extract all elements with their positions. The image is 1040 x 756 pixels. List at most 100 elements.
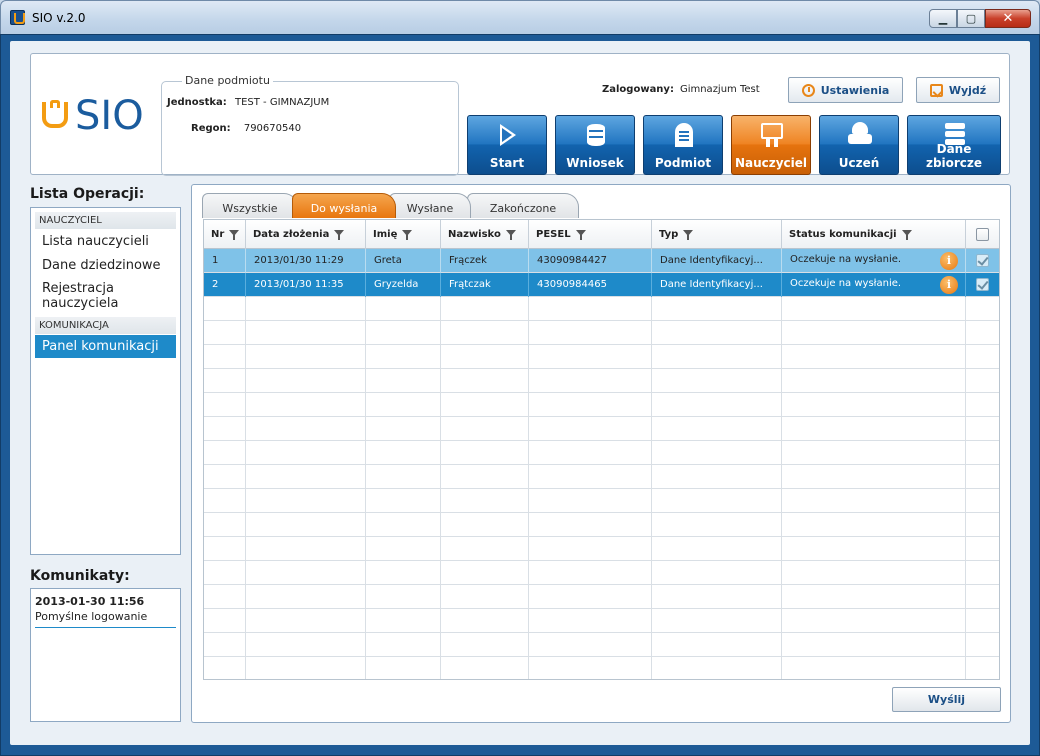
nav-podmiot-button[interactable]: Podmiot <box>643 115 723 175</box>
unit-value: TEST - GIMNAZJUM <box>234 97 330 108</box>
cell-type: Dane Identyfikacyj... <box>652 273 782 297</box>
info-icon[interactable]: i <box>940 276 958 294</box>
nav-nauczyciel-button[interactable]: Nauczyciel <box>731 115 811 175</box>
filter-icon[interactable] <box>402 230 413 240</box>
unit-label: Jednostka: <box>167 97 227 108</box>
col-data-zlozenia[interactable]: Data złożenia <box>246 220 366 249</box>
student-icon <box>848 122 872 144</box>
empty-cell <box>204 297 246 321</box>
empty-cell <box>366 321 441 345</box>
clock-icon <box>801 83 815 97</box>
cell-date: 2013/01/30 11:29 <box>246 249 366 273</box>
col-imie[interactable]: Imię <box>366 220 441 249</box>
empty-cell <box>204 441 246 465</box>
filter-icon[interactable] <box>229 230 240 240</box>
empty-cell <box>246 465 366 489</box>
status-text: Oczekuje na wysłanie. <box>790 254 902 265</box>
op-dane-dziedzinowe[interactable]: Dane dziedzinowe <box>42 258 161 273</box>
empty-cell <box>529 609 652 633</box>
cell-first-name: Greta <box>366 249 441 273</box>
empty-cell <box>366 369 441 393</box>
cell-date: 2013/01/30 11:35 <box>246 273 366 297</box>
empty-cell <box>246 417 366 441</box>
cell-nr: 1 <box>204 249 246 273</box>
filter-icon[interactable] <box>683 230 694 240</box>
empty-cell <box>529 465 652 489</box>
empty-cell <box>966 657 999 679</box>
empty-cell <box>441 609 529 633</box>
info-icon[interactable]: i <box>940 252 958 270</box>
empty-cell <box>966 513 999 537</box>
empty-cell <box>529 369 652 393</box>
maximize-button[interactable]: ▢ <box>957 9 985 28</box>
select-all-checkbox[interactable] <box>976 228 989 241</box>
op-panel-komunikacji[interactable]: Panel komunikacji <box>35 335 176 358</box>
filter-icon[interactable] <box>575 230 586 240</box>
message-text: Pomyślne logowanie <box>35 610 148 623</box>
empty-cell <box>246 633 366 657</box>
empty-row <box>204 441 999 465</box>
empty-cell <box>529 345 652 369</box>
empty-cell <box>529 537 652 561</box>
col-typ[interactable]: Typ <box>652 220 782 249</box>
row-checkbox[interactable] <box>976 254 989 267</box>
cell-select <box>966 249 999 273</box>
empty-cell <box>441 465 529 489</box>
filter-icon[interactable] <box>901 230 912 240</box>
header-panel: SIO Dane podmiotu Jednostka: TEST - GIMN… <box>30 53 1010 176</box>
empty-cell <box>441 537 529 561</box>
table-row[interactable]: 2 2013/01/30 11:35 Gryzelda Frątczak 430… <box>204 273 999 297</box>
empty-cell <box>782 417 966 441</box>
nav-wniosek-button[interactable]: Wniosek <box>555 115 635 175</box>
close-button[interactable]: ✕ <box>985 9 1031 28</box>
empty-cell <box>782 297 966 321</box>
op-lista-nauczycieli[interactable]: Lista nauczycieli <box>42 234 149 249</box>
exit-icon <box>929 83 943 97</box>
building-icon <box>675 123 693 147</box>
entity-legend: Dane podmiotu <box>182 74 273 87</box>
empty-cell <box>204 633 246 657</box>
op-rejestracja-nauczyciela[interactable]: Rejestracja nauczyciela <box>42 281 152 311</box>
table-row[interactable]: 1 2013/01/30 11:29 Greta Frączek 4309098… <box>204 249 999 273</box>
nav-start-button[interactable]: Start <box>467 115 547 175</box>
tab-zakonczone[interactable]: Zakończone <box>467 193 579 218</box>
row-checkbox[interactable] <box>976 278 989 291</box>
empty-cell <box>204 345 246 369</box>
message-divider <box>35 627 176 628</box>
operations-list: NAUCZYCIEL Lista nauczycieli Dane dziedz… <box>30 207 181 555</box>
empty-cell <box>529 321 652 345</box>
tab-wszystkie[interactable]: Wszystkie <box>202 193 298 218</box>
tab-wyslane[interactable]: Wysłane <box>389 193 471 218</box>
empty-cell <box>246 297 366 321</box>
empty-cell <box>652 633 782 657</box>
empty-cell <box>366 297 441 321</box>
col-nr[interactable]: Nr <box>204 220 246 249</box>
settings-button[interactable]: Ustawienia <box>788 77 903 103</box>
col-status[interactable]: Status komunikacji <box>782 220 966 249</box>
unit-row: Jednostka: TEST - GIMNAZJUM <box>167 97 329 108</box>
col-nazwisko[interactable]: Nazwisko <box>441 220 529 249</box>
send-button[interactable]: Wyślij <box>892 687 1001 712</box>
cell-status: Oczekuje na wysłanie. i <box>782 273 966 297</box>
empty-cell <box>246 537 366 561</box>
empty-cell <box>652 417 782 441</box>
tab-do-wyslania[interactable]: Do wysłania <box>292 193 396 218</box>
exit-button[interactable]: Wyjdź <box>916 77 1000 103</box>
empty-cell <box>441 585 529 609</box>
empty-cell <box>966 393 999 417</box>
empty-cell <box>246 561 366 585</box>
nav-dane-zbiorcze-button[interactable]: Dane zbiorcze <box>907 115 1001 175</box>
nav-uczen-button[interactable]: Uczeń <box>819 115 899 175</box>
minimize-button[interactable]: ▁ <box>929 9 957 28</box>
empty-cell <box>529 561 652 585</box>
filter-icon[interactable] <box>334 230 345 240</box>
empty-cell <box>204 561 246 585</box>
empty-cell <box>441 369 529 393</box>
empty-cell <box>652 345 782 369</box>
col-pesel[interactable]: PESEL <box>529 220 652 249</box>
empty-cell <box>366 633 441 657</box>
empty-row <box>204 369 999 393</box>
empty-cell <box>652 657 782 679</box>
empty-cell <box>529 393 652 417</box>
filter-icon[interactable] <box>505 230 516 240</box>
